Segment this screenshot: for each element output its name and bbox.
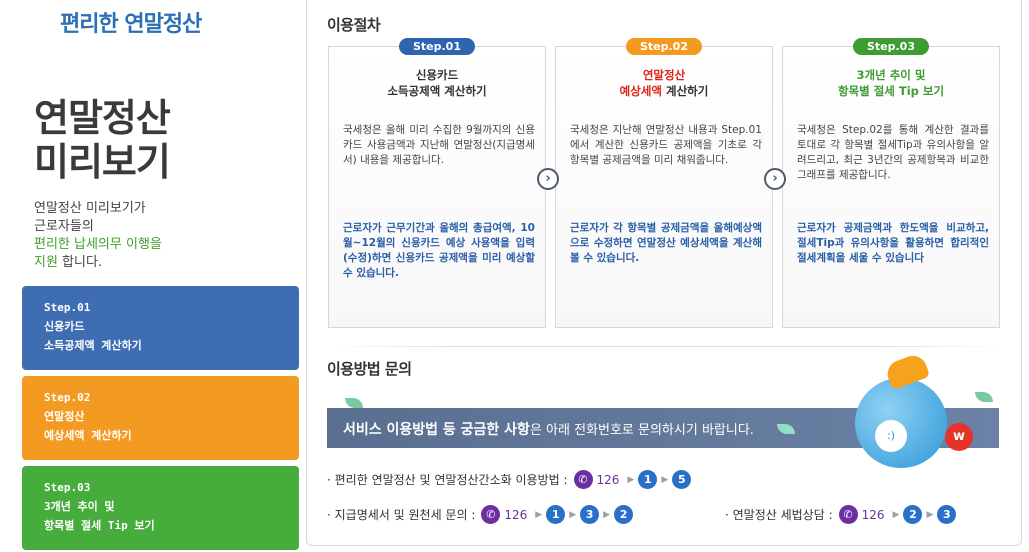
desc-line4-green: 지원 (34, 255, 58, 270)
step2-card-desc: 국세청은 지난해 연말정산 내용과 Step.01에서 계산한 신용카드 공제액… (570, 124, 762, 166)
pointer-icon: ▶ (661, 474, 669, 485)
info3-step-2: 3 (937, 505, 957, 524)
step2-line3: 예상세액 계산하기 (44, 429, 132, 442)
main-panel: 이용절차 Step.01 신용카드 소득공제액 계산하기 국세청은 올해 미리 … (306, 0, 1022, 546)
leaf-icon (777, 424, 795, 434)
step3-line3: 항목별 절세 Tip 보기 (44, 519, 155, 532)
step2-card-note: 근로자가 각 항목별 공제금액을 올해예상액으로 수정하면 연말정산 예상세액을… (570, 222, 762, 264)
info1-label: · 편리한 연말정산 및 연말정산간소화 이용방법 : (327, 473, 568, 487)
desc-line4: 지원 합니다. (34, 254, 162, 272)
desc-line1: 연말정산 미리보기가 (34, 201, 146, 216)
step1-card-title-line2: 소득공제액 계산하기 (387, 84, 487, 98)
step1-line3: 소득공제액 계산하기 (44, 339, 142, 352)
info-line-withholding: · 지급명세서 및 원천세 문의 : ✆ 126 ▶ 1 ▶ 3 ▶ 2 (327, 505, 634, 524)
step1-card-desc: 국세청은 올해 미리 수집한 9월까지의 신용카드 사용금액과 지난해 연말정산… (343, 124, 535, 166)
step2-label: Step.02 (44, 391, 91, 404)
step3-pill: Step.03 (852, 38, 930, 55)
section-divider (327, 346, 1003, 347)
step2-card-title-red: 예상세액 (619, 84, 662, 98)
step2-card-title-line2: 예상세액 계산하기 (556, 83, 772, 99)
left-panel: 편리한 연말정산 연말정산 미리보기 연말정산 미리보기가 근로자들의 편리한 … (0, 0, 300, 552)
pointer-icon: ▶ (892, 509, 900, 520)
step1-pill: Step.01 (398, 38, 476, 55)
phone-icon: ✆ (573, 470, 593, 489)
info2-step-2: 3 (580, 505, 600, 524)
info2-step-3: 2 (614, 505, 634, 524)
desc-line3: 편리한 납세의무 이행을 (34, 237, 162, 252)
step2-card: Step.02 연말정산 예상세액 계산하기 국세청은 지난해 연말정산 내용과… (555, 38, 773, 328)
brand-title: 편리한 연말정산 (60, 12, 202, 37)
pointer-icon: ▶ (627, 474, 635, 485)
intro-description: 연말정산 미리보기가 근로자들의 편리한 납세의무 이행을 지원 합니다. (34, 200, 162, 272)
arrow-right-icon: › (764, 168, 786, 190)
page-title-line2: 미리보기 (34, 140, 171, 184)
pointer-icon: ▶ (569, 509, 577, 520)
info2-number: 126 (504, 507, 528, 522)
step3-card: Step.03 3개년 추이 및 항목별 절세 Tip 보기 국세청은 Step… (782, 38, 1000, 328)
info2-step-1: 1 (546, 505, 566, 524)
step1-card-title-line1: 신용카드 (415, 68, 459, 82)
step3-card-title-line1: 3개년 추이 및 (856, 68, 926, 82)
leaf-icon (345, 398, 363, 408)
info3-label: · 연말정산 세법상담 : (725, 508, 833, 522)
info1-number: 126 (596, 472, 620, 487)
info-line-tax-consult: · 연말정산 세법상담 : ✆ 126 ▶ 2 ▶ 3 (725, 505, 957, 524)
step3-card-note: 근로자가 공제금액과 한도액을 비교하고, 절세Tip과 유의사항을 활용하면 … (797, 222, 989, 264)
banner-text: 서비스 이용방법 등 궁금한 사항은 아래 전화번호로 문의하시기 바랍니다. (343, 419, 754, 439)
arrow-right-icon: › (537, 168, 559, 190)
w-badge-icon: w (945, 423, 973, 451)
step1-card-title: 신용카드 소득공제액 계산하기 (329, 67, 545, 99)
step1-label: Step.01 (44, 301, 91, 314)
info3-number: 126 (861, 507, 885, 522)
step3-line2: 3개년 추이 및 (44, 500, 115, 513)
leaf-icon (975, 392, 993, 402)
pointer-icon: ▶ (603, 509, 611, 520)
step2-card-title: 연말정산 예상세액 계산하기 (556, 67, 772, 99)
step3-card-title-line2: 항목별 절세 Tip 보기 (837, 84, 945, 98)
step2-card-title-line1: 연말정산 (642, 68, 686, 82)
step3-button[interactable]: Step.03 3개년 추이 및 항목별 절세 Tip 보기 (22, 466, 299, 550)
step2-button[interactable]: Step.02 연말정산 예상세액 계산하기 (22, 376, 299, 460)
info3-step-1: 2 (903, 505, 923, 524)
info1-step-1: 1 (638, 470, 658, 489)
step2-line2: 연말정산 (44, 410, 85, 423)
info1-step-2: 5 (672, 470, 692, 489)
page-title: 연말정산 미리보기 (34, 96, 171, 184)
info2-label: · 지급명세서 및 원천세 문의 : (327, 508, 476, 522)
banner-rest: 은 아래 전화번호로 문의하시기 바랍니다. (529, 423, 754, 438)
step2-card-title-rest: 계산하기 (662, 84, 709, 98)
step3-card-title: 3개년 추이 및 항목별 절세 Tip 보기 (783, 67, 999, 99)
step3-label: Step.03 (44, 481, 91, 494)
page-title-line1: 연말정산 (34, 96, 171, 140)
step2-pill: Step.02 (625, 38, 703, 55)
procedure-title: 이용절차 (327, 16, 381, 34)
desc-line2: 근로자들의 (34, 219, 94, 234)
step1-line2: 신용카드 (44, 320, 85, 333)
smile-icon: :) (875, 420, 907, 452)
pointer-icon: ▶ (535, 509, 543, 520)
pointer-icon: ▶ (926, 509, 934, 520)
info-line-easy-settlement: · 편리한 연말정산 및 연말정산간소화 이용방법 : ✆ 126 ▶ 1 ▶ … (327, 470, 692, 489)
step1-card: Step.01 신용카드 소득공제액 계산하기 국세청은 올해 미리 수집한 9… (328, 38, 546, 328)
desc-line4-rest: 합니다. (57, 255, 103, 270)
banner-bold: 서비스 이용방법 등 궁금한 사항 (343, 422, 530, 438)
step1-card-note: 근로자가 근무기간과 올해의 총급여액, 10월~12월의 신용카드 예상 사용… (343, 222, 535, 279)
inquiry-title: 이용방법 문의 (327, 360, 412, 378)
phone-icon: ✆ (481, 505, 501, 524)
phone-icon: ✆ (838, 505, 858, 524)
step3-card-desc: 국세청은 Step.02를 통해 계산한 결과를 토대로 각 항목별 절세Tip… (797, 124, 989, 181)
step1-button[interactable]: Step.01 신용카드 소득공제액 계산하기 (22, 286, 299, 370)
